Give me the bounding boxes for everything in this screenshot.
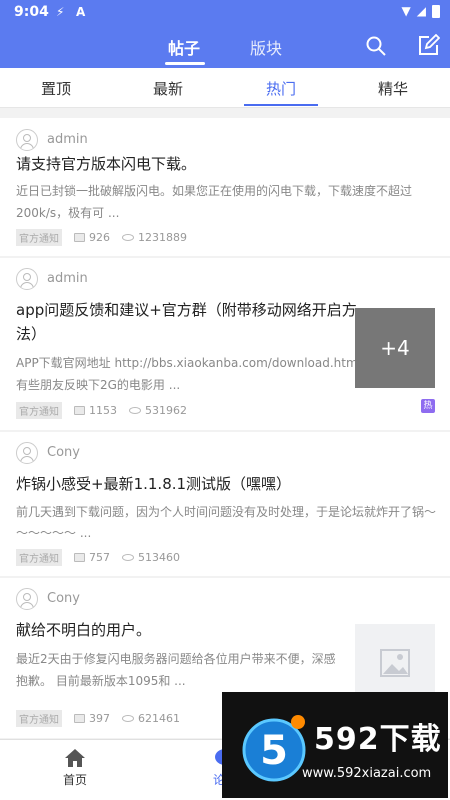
post-tag: 官方通知: [16, 229, 62, 246]
post-excerpt-line: 200k/s，极有可 ...: [16, 206, 120, 220]
post-tag: 官方通知: [16, 710, 62, 727]
subtab-hot[interactable]: 热门: [225, 78, 337, 99]
post-author: Cony: [47, 591, 80, 606]
post-meta: 官方通知 757 513460: [16, 549, 192, 566]
post-title: 请支持官方版本闪电下载。: [16, 155, 197, 173]
sub-tabs: 置顶 最新 热门 精华: [0, 68, 450, 108]
status-icons: ▼ ◢: [402, 4, 440, 18]
top-bar: 帖子 版块: [0, 26, 450, 68]
status-bar: 9:04 ⚡ A ▼ ◢: [0, 0, 450, 26]
post-item[interactable]: Cony 炸锅小感受+最新1.1.8.1测试版（嘿嘿） 前几天遇到下载问题，因为…: [0, 432, 450, 576]
post-meta: 官方通知 926 1231889: [16, 229, 199, 246]
battery-icon: [432, 4, 440, 18]
avatar: [16, 268, 38, 290]
subtab-featured[interactable]: 精华: [337, 78, 449, 99]
post-tag: 官方通知: [16, 402, 62, 419]
search-icon[interactable]: [364, 34, 388, 58]
subtab-indicator: [244, 104, 318, 106]
more-images-count: +4: [380, 336, 410, 360]
nav-home[interactable]: 首页: [45, 748, 105, 788]
post-author: admin: [47, 132, 88, 147]
post-excerpt-line: APP下载官网地址 http://bbs.xiaokanba.com/downl…: [16, 356, 362, 370]
view-icon: [129, 407, 141, 414]
view-count: 531962: [145, 404, 187, 417]
comment-count: 926: [89, 231, 110, 244]
post-meta: 官方通知 1153 531962: [16, 402, 199, 419]
post-author: admin: [47, 271, 88, 286]
signal-icon: ◢: [416, 4, 426, 18]
post-item[interactable]: admin app问题反馈和建议+官方群（附带移动网络开启方 法） APP下载官…: [0, 258, 450, 430]
view-icon: [122, 715, 134, 722]
avatar: [16, 442, 38, 464]
view-count: 1231889: [138, 231, 187, 244]
post-excerpt-line: 有些朋友反映下2G的电影用 ...: [16, 378, 181, 392]
flash-icon: ⚡: [56, 5, 65, 19]
post-tag: 官方通知: [16, 549, 62, 566]
post-excerpt-line: ～～～～～ ...: [16, 526, 92, 540]
post-title-line: app问题反馈和建议+官方群（附带移动网络开启方: [16, 301, 357, 319]
a-icon: A: [76, 5, 86, 19]
hot-badge: 热: [421, 399, 435, 413]
watermark: 5 592下载 www.592xiazai.com: [222, 692, 448, 798]
avatar: [16, 588, 38, 610]
post-item[interactable]: admin 请支持官方版本闪电下载。 近日已封锁一批破解版闪电。如果您正在使用的…: [0, 118, 450, 256]
post-excerpt-line: 前几天遇到下载问题，因为个人时间问题没有及时处理，于是论坛就炸开了锅～: [16, 505, 437, 519]
view-icon: [122, 234, 134, 241]
comment-icon: [74, 233, 85, 242]
nav-home-label: 首页: [62, 773, 87, 787]
post-title-line: 法）: [16, 325, 47, 343]
post-excerpt-line: 近日已封锁一批破解版闪电。如果您正在使用的闪电下载，下载速度不超过: [16, 184, 413, 198]
comment-icon: [74, 714, 85, 723]
tab-posts[interactable]: 帖子: [168, 35, 200, 59]
post-author: Cony: [47, 445, 80, 460]
watermark-url: www.592xiazai.com: [302, 766, 432, 781]
view-icon: [122, 554, 134, 561]
view-count: 621461: [138, 712, 180, 725]
home-icon: [65, 749, 85, 767]
comment-icon: [74, 406, 85, 415]
post-excerpt-line: 最近2天由于修复闪电服务器问题给各位用户带来不便，深感: [16, 652, 336, 666]
wifi-icon: ▼: [401, 4, 411, 18]
post-thumbnail[interactable]: +4: [355, 308, 435, 388]
tab-indicator: [165, 62, 205, 65]
view-count: 513460: [138, 551, 180, 564]
subtab-pinned[interactable]: 置顶: [0, 78, 112, 99]
avatar: [16, 129, 38, 151]
watermark-brand: 592下载: [314, 722, 442, 757]
post-excerpt-line: 抱歉。 目前最新版本1095和 ...: [16, 674, 186, 688]
status-time: 9:04: [14, 4, 49, 20]
edit-icon[interactable]: [416, 34, 440, 58]
post-meta: 官方通知 397 621461: [16, 710, 192, 727]
comment-icon: [74, 553, 85, 562]
watermark-logo-digit: 5: [260, 728, 288, 774]
post-title: 炸锅小感受+最新1.1.8.1测试版（嘿嘿）: [16, 475, 292, 493]
comment-count: 1153: [89, 404, 117, 417]
post-title: 献给不明白的用户。: [16, 621, 152, 639]
subtab-latest[interactable]: 最新: [112, 78, 224, 99]
comment-count: 397: [89, 712, 110, 725]
tab-boards[interactable]: 版块: [250, 35, 282, 59]
comment-count: 757: [89, 551, 110, 564]
